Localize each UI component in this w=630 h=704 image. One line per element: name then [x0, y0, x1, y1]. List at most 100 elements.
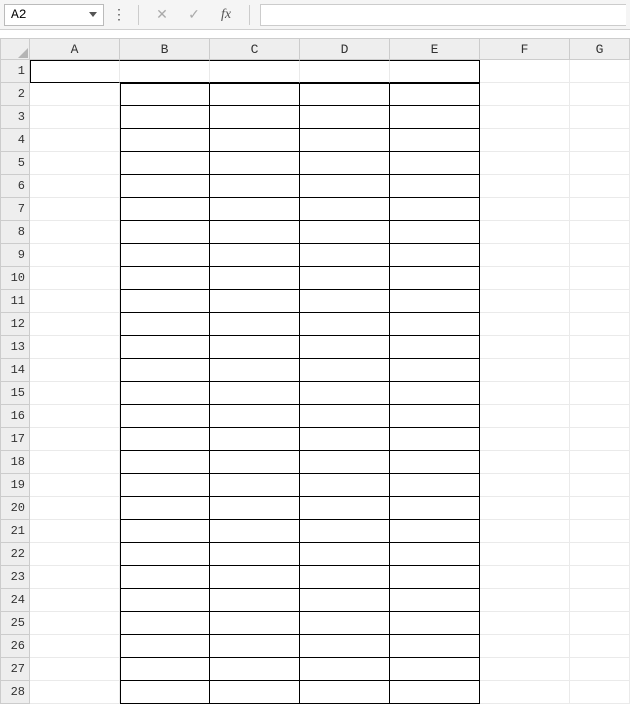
cell[interactable]: [480, 267, 570, 290]
cell[interactable]: [300, 405, 390, 428]
column-header[interactable]: B: [120, 38, 210, 60]
cell-grid[interactable]: [30, 60, 630, 704]
cell[interactable]: [120, 60, 210, 83]
cell[interactable]: [30, 83, 120, 106]
cell[interactable]: [390, 589, 480, 612]
cell[interactable]: [300, 451, 390, 474]
cell[interactable]: [390, 336, 480, 359]
cell[interactable]: [210, 589, 300, 612]
cell[interactable]: [30, 359, 120, 382]
cell[interactable]: [300, 83, 390, 106]
cell[interactable]: [300, 129, 390, 152]
cell[interactable]: [390, 635, 480, 658]
cell[interactable]: [570, 290, 630, 313]
cell[interactable]: [570, 520, 630, 543]
cell[interactable]: [210, 244, 300, 267]
enter-button[interactable]: ✓: [181, 4, 207, 26]
row-header[interactable]: 26: [0, 635, 30, 658]
cell[interactable]: [480, 428, 570, 451]
row-header[interactable]: 25: [0, 612, 30, 635]
cell[interactable]: [300, 543, 390, 566]
cell[interactable]: [300, 359, 390, 382]
row-header[interactable]: 18: [0, 451, 30, 474]
column-header[interactable]: F: [480, 38, 570, 60]
cell[interactable]: [120, 497, 210, 520]
row-header[interactable]: 17: [0, 428, 30, 451]
row-header[interactable]: 1: [0, 60, 30, 83]
cell[interactable]: [570, 658, 630, 681]
cell[interactable]: [120, 566, 210, 589]
row-header[interactable]: 23: [0, 566, 30, 589]
cell[interactable]: [570, 83, 630, 106]
cell[interactable]: [210, 405, 300, 428]
cell[interactable]: [120, 152, 210, 175]
row-header[interactable]: 16: [0, 405, 30, 428]
cell[interactable]: [570, 244, 630, 267]
cell[interactable]: [480, 244, 570, 267]
cell[interactable]: [390, 290, 480, 313]
row-header[interactable]: 9: [0, 244, 30, 267]
cell[interactable]: [30, 635, 120, 658]
cell[interactable]: [120, 382, 210, 405]
cell[interactable]: [390, 221, 480, 244]
cell[interactable]: [30, 405, 120, 428]
cell[interactable]: [480, 290, 570, 313]
cell[interactable]: [390, 520, 480, 543]
cell[interactable]: [120, 359, 210, 382]
cell[interactable]: [120, 474, 210, 497]
cell[interactable]: [390, 152, 480, 175]
cell[interactable]: [300, 566, 390, 589]
cell[interactable]: [390, 658, 480, 681]
cell[interactable]: [120, 83, 210, 106]
cell[interactable]: [390, 313, 480, 336]
cell[interactable]: [30, 566, 120, 589]
cell[interactable]: [570, 635, 630, 658]
row-header[interactable]: 8: [0, 221, 30, 244]
cell[interactable]: [300, 428, 390, 451]
cell[interactable]: [30, 267, 120, 290]
cell[interactable]: [30, 198, 120, 221]
row-header[interactable]: 3: [0, 106, 30, 129]
cell[interactable]: [570, 152, 630, 175]
cell[interactable]: [300, 221, 390, 244]
cell[interactable]: [390, 497, 480, 520]
cell[interactable]: [210, 175, 300, 198]
cell[interactable]: [300, 152, 390, 175]
cell[interactable]: [570, 474, 630, 497]
cell[interactable]: [480, 313, 570, 336]
cell[interactable]: [210, 520, 300, 543]
cell[interactable]: [480, 336, 570, 359]
cell[interactable]: [210, 382, 300, 405]
cell[interactable]: [300, 474, 390, 497]
cell[interactable]: [210, 497, 300, 520]
cell[interactable]: [30, 428, 120, 451]
cell[interactable]: [210, 451, 300, 474]
cell[interactable]: [570, 589, 630, 612]
cell[interactable]: [300, 313, 390, 336]
cell[interactable]: [120, 451, 210, 474]
cell[interactable]: [210, 60, 300, 83]
row-header[interactable]: 24: [0, 589, 30, 612]
row-header[interactable]: 27: [0, 658, 30, 681]
cell[interactable]: [120, 635, 210, 658]
cell[interactable]: [210, 474, 300, 497]
row-header[interactable]: 11: [0, 290, 30, 313]
cell[interactable]: [210, 267, 300, 290]
cell[interactable]: [480, 589, 570, 612]
row-header[interactable]: 12: [0, 313, 30, 336]
cell[interactable]: [210, 198, 300, 221]
cell[interactable]: [300, 175, 390, 198]
cell[interactable]: [390, 106, 480, 129]
row-header[interactable]: 4: [0, 129, 30, 152]
cell[interactable]: [120, 221, 210, 244]
cell[interactable]: [120, 106, 210, 129]
cell[interactable]: [300, 382, 390, 405]
row-header[interactable]: 6: [0, 175, 30, 198]
cell[interactable]: [390, 359, 480, 382]
cell[interactable]: [30, 129, 120, 152]
cell[interactable]: [390, 382, 480, 405]
row-header[interactable]: 20: [0, 497, 30, 520]
cell[interactable]: [120, 267, 210, 290]
cell[interactable]: [480, 382, 570, 405]
cell[interactable]: [480, 612, 570, 635]
